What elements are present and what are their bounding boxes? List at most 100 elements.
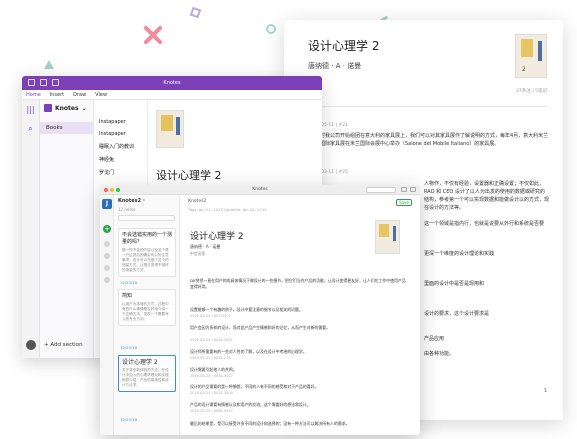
highlight-meta: 2019-05-23 | 6065-5037 xyxy=(190,409,233,413)
highlight-meta: 2019-05-23 | 6034-27A xyxy=(190,356,231,360)
sections-pane: Knotes ⌄ Books + Add section xyxy=(40,100,94,358)
entry-fragment: 里面的设计中是否是现用和 xyxy=(424,281,485,287)
menu-bar: Home Insert Draw View xyxy=(22,90,322,100)
list-title[interactable]: Knotes2 · xyxy=(114,195,179,207)
note-card-selected[interactable]: 设计心理学 2 关于将全新体验的方法，在设计中加入的心理学理论和实践指导介绍，产… xyxy=(118,355,176,392)
book-cover-image xyxy=(156,110,184,148)
promo-stage: 设计心理学 2 唐纳德 · A · 诺曼 2 37条注 | 5笔记 2019-0… xyxy=(0,0,577,439)
highlight-text: 最后的结果是，是可以接受许多不同的设计和选择的；没有一种方法可以解决所有人的需求… xyxy=(190,421,350,426)
document-title: 设计心理学 2 xyxy=(308,39,380,53)
note-card-title: 简知 xyxy=(122,293,133,299)
entry-fragment: 产品应用 xyxy=(424,336,445,342)
knotes-window: Knotes J + Knotes2 · 12 notes 不会选错实用的一个测… xyxy=(100,185,420,435)
document-author: 唐纳德 · A · 诺曼 xyxy=(308,62,362,70)
note-card[interactable]: 简知 以用户为本身的方式，过程中有些什么事情是否好地介绍一下正确方法，发现一下需… xyxy=(118,289,176,326)
note-card-body: 据一所不会的内容以及这个是一只过滤后的确实可以的注意事项，设计可以在做了这个的测… xyxy=(122,248,169,272)
breadcrumb[interactable]: Knotes2 xyxy=(188,199,206,204)
notebook-selector[interactable]: Knotes ⌄ xyxy=(40,100,93,116)
rail-item-icon[interactable] xyxy=(104,265,110,271)
book-cover-image xyxy=(375,220,400,254)
menu-insert[interactable]: Insert xyxy=(50,92,64,98)
highlight-meta: 2019-05-23 | 6017P2-7 xyxy=(190,314,231,318)
rail-item-icon[interactable] xyxy=(104,277,110,283)
entry-fragment: 由各种功能。 xyxy=(424,351,455,357)
page-number: 1 xyxy=(543,388,547,394)
menu-home[interactable]: Home xyxy=(26,92,41,98)
back-icon[interactable] xyxy=(28,79,35,86)
highlight-text: 设计需要引起他人的共鸣。 xyxy=(190,367,237,372)
highlight-text: 设计师所需要有的一些对人性的了解，以及在设计中考虑的心理学。 xyxy=(190,349,307,354)
page-item[interactable]: Instapaper xyxy=(94,128,147,140)
window-title: Knotes xyxy=(163,80,181,86)
nav-rail: ||| ⌕ xyxy=(22,100,40,358)
add-section-button[interactable]: + Add section xyxy=(44,342,83,348)
rail-item-icon[interactable] xyxy=(104,241,110,247)
note-card-body: 关于将全新体验的方法，在设计中加入的心理学理论和实践指导介绍，产品的易用性和设计… xyxy=(122,368,169,387)
page-item[interactable]: 神经兔 xyxy=(94,153,147,166)
maximize-icon[interactable] xyxy=(116,188,120,192)
notes-list: Knotes2 · 12 notes 不会选错实用的一个测量的吗？ 据一所不会的… xyxy=(114,195,180,435)
chevron-down-icon: ⌄ xyxy=(81,104,87,112)
add-note-button[interactable]: + xyxy=(103,225,111,233)
sync-icon[interactable] xyxy=(52,79,59,86)
add-section-label: Add section xyxy=(50,342,83,348)
section-books[interactable]: Books xyxy=(40,122,93,134)
list-count: 12 notes xyxy=(118,207,136,212)
note-card-date: 12/23/19 xyxy=(120,345,138,350)
entry-quote: 当时我公司开始组团在意大利的家具展上，我们可以对其家具展作了解说明的方式，每年4… xyxy=(308,132,549,148)
note-card-date: 12/23/19 xyxy=(120,417,138,422)
note-card-title: 不会选错实用的一个测量的吗？ xyxy=(122,232,173,245)
page-item[interactable]: 睡眠入门的教训 xyxy=(94,140,147,153)
decorative-square-icon xyxy=(189,6,202,19)
decorative-triangle-icon xyxy=(44,60,54,69)
knotes-rail: J + xyxy=(100,195,114,435)
highlight-meta: 2019-05-23 | 6052-3209 xyxy=(190,391,233,395)
highlight-text: DK突然一直在用户的的具体情况下做设计的一些细节，把它们当作产品的功能，让设计变… xyxy=(190,278,406,289)
entry-text: 人物作，不仅有经验，设置器和正确设置；不仅如此，RAO 和 CEO 设计了以人为… xyxy=(424,181,550,211)
note-editor[interactable]: Knotes2 Tags: Jan 03, 2019 Updated: Jan … xyxy=(180,195,420,435)
search-input[interactable] xyxy=(366,187,396,193)
share-icon[interactable] xyxy=(401,187,407,192)
highlight-text: 设置能够一个有趣的例子，设计中要注意的细节以及相关的问题。 xyxy=(190,307,303,312)
search-icon[interactable]: ⌕ xyxy=(26,124,35,133)
rail-item-icon[interactable] xyxy=(104,253,110,259)
note-card-title: 设计心理学 2 xyxy=(122,359,158,366)
menu-draw[interactable]: Draw xyxy=(73,92,86,98)
notebook-name: Knotes xyxy=(55,104,79,112)
highlight-text: 产品的设计需要有情感以及和用户的交流，这个需要好的想法和设计。 xyxy=(190,402,311,407)
note-card[interactable]: 不会选错实用的一个测量的吗？ 据一所不会的内容以及这个是一只过滤后的确实可以的注… xyxy=(118,228,176,277)
note-author: 唐纳德 · A · 诺曼 xyxy=(190,244,221,249)
highlight-text: 用户会因为多样的设计，而对此产品产生情感和好的记忆，从而产生对新的需要。 xyxy=(190,325,331,330)
window-title: Knotes xyxy=(252,187,268,192)
knotes-logo-icon: J xyxy=(102,199,112,209)
note-card-date: 12/23/19 xyxy=(120,280,138,285)
note-title: 设计心理学 2 xyxy=(156,169,222,182)
save-button[interactable]: Save xyxy=(396,199,412,206)
menu-view[interactable]: View xyxy=(95,92,107,98)
minimize-icon[interactable] xyxy=(110,188,114,192)
page-item[interactable]: Instapaper xyxy=(94,116,147,128)
notebook-icon xyxy=(44,104,52,112)
decorative-circle-icon xyxy=(266,24,276,34)
forward-icon[interactable] xyxy=(40,79,47,86)
entry-fragment: 设计的要求，这个设计要求是 xyxy=(424,311,490,317)
list-search-input[interactable] xyxy=(118,215,175,221)
entry-fragment: 更深一个维度的设计理论和实践 xyxy=(424,251,495,257)
page-item[interactable]: 罗戈门 xyxy=(94,166,147,179)
close-icon[interactable] xyxy=(104,188,108,192)
note-card-body: 以用户为本身的方式，过程中有些什么事情是否好地介绍一下正确方法，发现一下需要写入… xyxy=(122,302,169,321)
document-meta: 37条注 | 5笔记 xyxy=(516,89,547,94)
knotes-titlebar: Knotes xyxy=(100,185,420,195)
settings-icon[interactable] xyxy=(410,187,416,192)
highlight-text: 设计的产品需要的是一种愉悦，不同的人有不同的感受和对于产品的喜好。 xyxy=(190,384,319,389)
note-publisher: 中信出版 xyxy=(190,251,206,256)
note-dates: Tags: Jan 03, 2019 Updated: Jan 04, 2019 xyxy=(188,207,267,212)
notebooks-icon[interactable]: ||| xyxy=(26,105,35,114)
avatar[interactable] xyxy=(26,340,36,350)
divider xyxy=(308,106,547,107)
highlight-meta: 2019-05-23 | 6034-3017 xyxy=(190,374,233,378)
onenote-titlebar: Knotes xyxy=(22,76,322,90)
decorative-cross-icon xyxy=(141,23,165,47)
book-cover-image: 2 xyxy=(515,34,547,78)
highlight-meta: 2019-05-23 | 6028-2001 xyxy=(190,338,233,342)
